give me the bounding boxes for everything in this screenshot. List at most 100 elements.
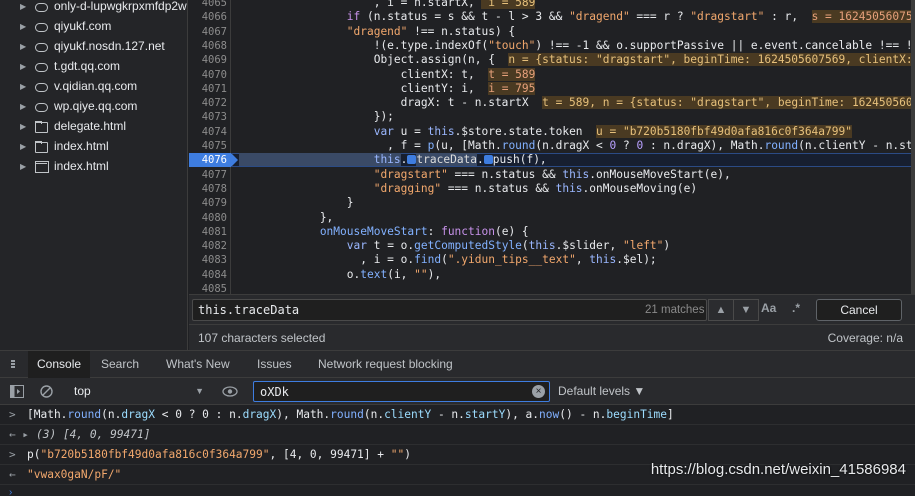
- line-number[interactable]: 4083: [189, 253, 227, 267]
- code-text: clientX: t, t = 589: [239, 67, 536, 82]
- code-line[interactable]: 4083 , i = o.find(".yidun_tips__text", t…: [189, 253, 915, 267]
- tab-whats-new[interactable]: What's New: [166, 351, 230, 378]
- line-number[interactable]: 4068: [189, 39, 227, 53]
- sidebar-toggle-icon[interactable]: [10, 385, 24, 398]
- expand-arrow-icon[interactable]: ▶: [20, 42, 30, 51]
- tree-item[interactable]: ▶ index.html: [0, 156, 187, 176]
- code-line[interactable]: 4067 "dragend" !== n.status) {: [189, 25, 915, 39]
- code-line[interactable]: 4076 this. traceData. push(f),: [189, 153, 915, 168]
- line-number[interactable]: 4081: [189, 225, 227, 239]
- clear-console-icon[interactable]: [40, 385, 53, 398]
- code-line[interactable]: 4068 !(e.type.indexOf("touch") !== -1 &&…: [189, 39, 915, 53]
- tree-item[interactable]: ▶ index.html: [0, 136, 187, 156]
- code-line[interactable]: 4082 var t = o.getComputedStyle(this.$sl…: [189, 239, 915, 253]
- code-token: var: [239, 239, 367, 253]
- code-line[interactable]: 4079 }: [189, 196, 915, 210]
- clear-filter-icon[interactable]: ×: [532, 385, 545, 398]
- line-number[interactable]: 4066: [189, 10, 227, 24]
- match-case-button[interactable]: Aa: [761, 301, 776, 315]
- expand-arrow-icon[interactable]: ▶: [20, 2, 30, 11]
- line-number[interactable]: 4078: [189, 182, 227, 196]
- code-line[interactable]: 4081 onMouseMoveStart: function(e) {: [189, 225, 915, 239]
- expand-arrow-icon[interactable]: ▶: [20, 162, 30, 171]
- next-match-button[interactable]: ▼: [733, 299, 759, 321]
- line-number[interactable]: 4075: [189, 139, 227, 153]
- previous-match-button[interactable]: ▲: [708, 299, 734, 321]
- console-output[interactable]: > [Math.round(n.dragX < 0 ? 0 : n.dragX),…: [0, 405, 915, 496]
- console-token: startY: [464, 408, 506, 421]
- line-number[interactable]: 4070: [189, 68, 227, 82]
- line-number[interactable]: 4067: [189, 25, 227, 39]
- code-line[interactable]: 4077 "dragstart" === n.status && this.on…: [189, 168, 915, 182]
- console-token: (n.: [101, 408, 122, 421]
- line-number[interactable]: 4069: [189, 53, 227, 67]
- search-input[interactable]: [192, 299, 707, 321]
- line-number[interactable]: 4072: [189, 96, 227, 110]
- tab-issues[interactable]: Issues: [257, 351, 292, 378]
- code-line[interactable]: 4070 clientX: t, t = 589: [189, 67, 915, 82]
- log-levels-dropdown[interactable]: Default levels ▼: [558, 384, 645, 398]
- expand-arrow-icon[interactable]: ▶: [20, 22, 30, 31]
- context-select[interactable]: top ▼: [68, 381, 208, 401]
- console-prompt[interactable]: ›: [9, 487, 12, 496]
- inline-breakpoint-icon[interactable]: [483, 155, 493, 165]
- expand-arrow-icon[interactable]: ▶: [20, 62, 30, 71]
- console-token: [Math.: [27, 408, 68, 421]
- code-line[interactable]: 4075 , f = p(u, [Math.round(n.dragX < 0 …: [189, 139, 915, 153]
- tree-item[interactable]: ▶ delegate.html: [0, 116, 187, 136]
- line-number[interactable]: 4065: [189, 0, 227, 10]
- line-number[interactable]: 4079: [189, 196, 227, 210]
- expand-arrow-icon[interactable]: ▶: [20, 102, 30, 111]
- expand-arrow-icon[interactable]: ▶: [20, 142, 30, 151]
- tree-item[interactable]: ▶ wp.qiye.qq.com: [0, 96, 187, 116]
- tab-console[interactable]: Console: [28, 351, 91, 378]
- line-number[interactable]: 4074: [189, 125, 227, 139]
- editor-scrollbar[interactable]: [911, 0, 915, 294]
- line-number[interactable]: 4085: [189, 282, 227, 294]
- code-line[interactable]: 4065 , i = n.startX, i = 589: [189, 0, 915, 10]
- drawer-menu-icon[interactable]: [8, 360, 18, 370]
- tree-item[interactable]: ▶ only-d-lupwgkrpxmfdp2w: [0, 0, 187, 16]
- line-number[interactable]: 4077: [189, 168, 227, 182]
- code-line[interactable]: 4084 o.text(i, ""),: [189, 268, 915, 282]
- line-number[interactable]: 4073: [189, 110, 227, 124]
- code-token: i = 795: [488, 81, 536, 95]
- code-token: this: [528, 239, 556, 253]
- tab-search[interactable]: Search: [101, 351, 139, 378]
- coverage-status[interactable]: Coverage: n/a: [828, 331, 903, 345]
- line-number[interactable]: 4076: [189, 153, 227, 167]
- line-number[interactable]: 4080: [189, 211, 227, 225]
- eye-icon[interactable]: [222, 386, 238, 397]
- code-line[interactable]: 4071 clientY: i, i = 795: [189, 81, 915, 96]
- tree-item[interactable]: ▶ qiyukf.com: [0, 16, 187, 36]
- code-text: }: [239, 196, 354, 210]
- code-line[interactable]: 4080 },: [189, 211, 915, 225]
- console-message[interactable]: > [Math.round(n.dragX < 0 ? 0 : n.dragX),…: [0, 405, 915, 425]
- page-icon: [34, 160, 49, 173]
- tree-item-label: index.html: [54, 139, 109, 153]
- regex-button[interactable]: .*: [792, 301, 800, 315]
- expand-arrow-icon[interactable]: ▶: [20, 82, 30, 91]
- expand-arrow-icon[interactable]: ▶: [20, 122, 30, 131]
- code-editor[interactable]: 4065 , i = n.startX, i = 589 4066 if (n.s…: [189, 0, 915, 294]
- line-number[interactable]: 4084: [189, 268, 227, 282]
- tree-item[interactable]: ▶ v.qidian.qq.com: [0, 76, 187, 96]
- tree-item[interactable]: ▶ qiyukf.nosdn.127.net: [0, 36, 187, 56]
- code-line[interactable]: 4078 "dragging" === n.status && this.onM…: [189, 182, 915, 196]
- console-token: now: [539, 408, 560, 421]
- code-line[interactable]: 4073 });: [189, 110, 915, 124]
- match-count: 21 matches: [645, 304, 705, 316]
- code-line[interactable]: 4074 var u = this.$store.state.token u =…: [189, 124, 915, 139]
- cancel-button[interactable]: Cancel: [816, 299, 902, 321]
- code-token: "dragstart": [239, 167, 448, 181]
- code-line[interactable]: 4072 dragX: t - n.startX t = 589, n = {s…: [189, 96, 915, 110]
- code-line[interactable]: 4069 Object.assign(n, { n = {status: "dr…: [189, 53, 915, 67]
- code-line[interactable]: 4066 if (n.status = s && t - l > 3 && "d…: [189, 10, 915, 24]
- code-line[interactable]: 4085: [189, 282, 915, 294]
- console-filter-input[interactable]: [253, 381, 550, 402]
- tab-network-request-blocking[interactable]: Network request blocking: [318, 351, 453, 378]
- line-number[interactable]: 4082: [189, 239, 227, 253]
- console-message[interactable]: ← ▸ (3) [4, 0, 99471]: [0, 425, 915, 445]
- line-number[interactable]: 4071: [189, 82, 227, 96]
- tree-item[interactable]: ▶ t.gdt.qq.com: [0, 56, 187, 76]
